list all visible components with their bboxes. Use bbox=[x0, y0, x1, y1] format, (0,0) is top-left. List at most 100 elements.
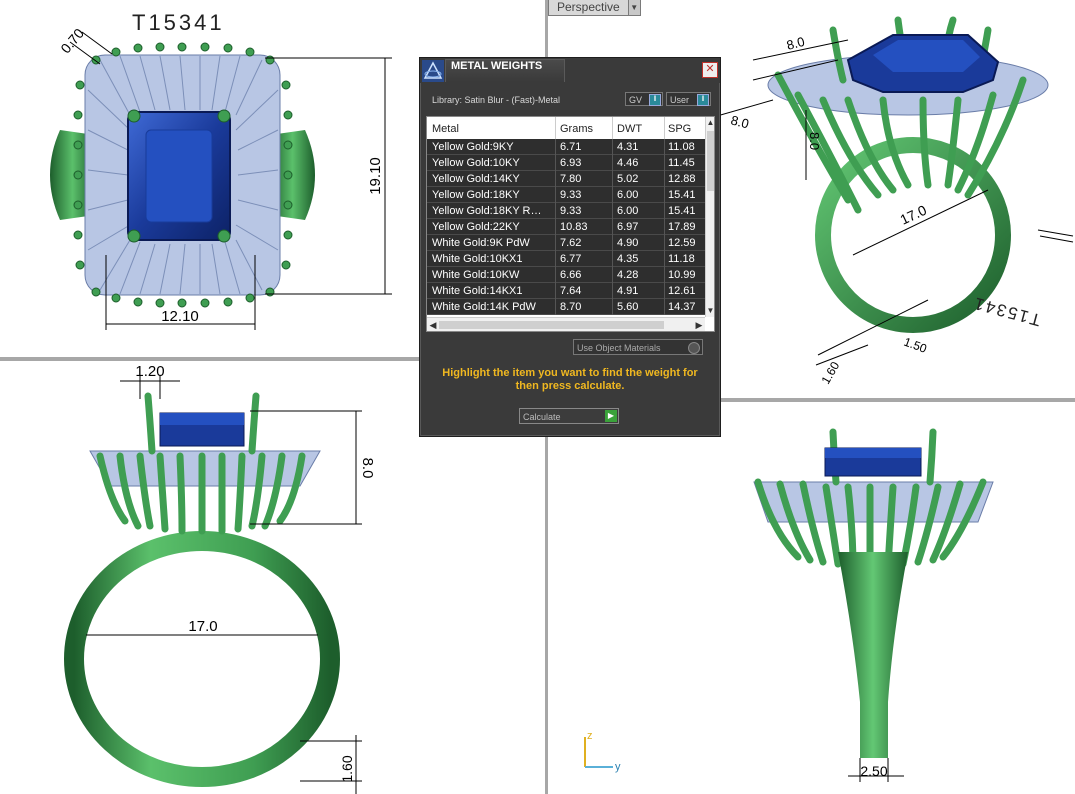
cell-metal: Yellow Gold:10KY bbox=[432, 157, 520, 169]
cell-spg: 11.18 bbox=[668, 253, 695, 265]
cell-grams: 6.77 bbox=[560, 253, 582, 265]
side-emerald-top bbox=[825, 448, 921, 458]
cell-spg: 11.45 bbox=[668, 157, 695, 169]
cell-grams: 9.33 bbox=[560, 189, 582, 201]
table-row[interactable]: White Gold:14K PdW 8.70 5.60 14.37 bbox=[427, 299, 705, 315]
gv-toggle[interactable]: GV ‖ bbox=[625, 92, 663, 106]
cell-metal: White Gold:10KW bbox=[432, 269, 520, 281]
side-shank bbox=[838, 552, 908, 758]
cell-grams: 9.33 bbox=[560, 205, 582, 217]
side-dim-band: 2.50 bbox=[860, 763, 887, 779]
scroll-left-icon[interactable]: ◀ bbox=[427, 318, 439, 331]
table-row[interactable]: White Gold:10KX1 6.77 4.35 11.18 bbox=[427, 251, 705, 267]
cell-dwt: 6.97 bbox=[617, 221, 639, 233]
cell-metal: Yellow Gold:9KY bbox=[432, 141, 514, 153]
horizontal-scroll-thumb[interactable] bbox=[439, 321, 664, 329]
persp-dim-5: 8.0 bbox=[807, 132, 822, 150]
table-row[interactable]: Yellow Gold:9KY 6.71 4.31 11.08 bbox=[427, 139, 705, 155]
scroll-up-icon[interactable]: ▲ bbox=[706, 117, 714, 129]
cell-grams: 8.70 bbox=[560, 301, 582, 313]
cell-spg: 12.59 bbox=[668, 237, 696, 249]
front-dim-prong: 1.20 bbox=[135, 363, 164, 380]
cell-metal: White Gold:9K PdW bbox=[432, 237, 530, 249]
cell-dwt: 6.00 bbox=[617, 189, 639, 201]
table-row[interactable]: Yellow Gold:18KY R… 9.33 6.00 15.41 bbox=[427, 203, 705, 219]
gv-toggle-icon: ‖ bbox=[649, 94, 661, 106]
axis-z-label: z bbox=[587, 730, 593, 742]
table-header: Metal Grams DWT SPG bbox=[427, 117, 705, 139]
table-row[interactable]: White Gold:9K PdW 7.62 4.90 12.59 bbox=[427, 235, 705, 251]
cell-metal: Yellow Gold:14KY bbox=[432, 173, 520, 185]
cell-spg: 17.89 bbox=[668, 221, 696, 233]
table-row[interactable]: Yellow Gold:10KY 6.93 4.46 11.45 bbox=[427, 155, 705, 171]
cell-spg: 12.61 bbox=[668, 285, 696, 297]
cell-dwt: 4.91 bbox=[617, 285, 639, 297]
cell-grams: 7.62 bbox=[560, 237, 582, 249]
cell-dwt: 6.00 bbox=[617, 205, 639, 217]
persp-dim-4: 8.0 bbox=[729, 112, 750, 131]
cell-metal: White Gold:14KX1 bbox=[432, 285, 523, 297]
library-label: Library: Satin Blur - (Fast)-Metal bbox=[432, 95, 561, 105]
cell-spg: 12.88 bbox=[668, 173, 696, 185]
emerald-table bbox=[145, 129, 213, 223]
table-row[interactable]: White Gold:14KX1 7.64 4.91 12.61 bbox=[427, 283, 705, 299]
use-object-materials-label: Use Object Materials bbox=[577, 343, 661, 353]
front-dim-height: 8.0 bbox=[359, 458, 376, 479]
vertical-scroll-thumb[interactable] bbox=[707, 131, 714, 191]
perspective-viewport-label[interactable]: Perspective ▼ bbox=[548, 0, 641, 16]
cell-grams: 7.80 bbox=[560, 173, 582, 185]
cell-grams: 10.83 bbox=[560, 221, 588, 233]
persp-model-code: T15341 bbox=[971, 293, 1043, 329]
calculate-button[interactable]: Calculate ▶ bbox=[519, 408, 619, 424]
col-header-metal[interactable]: Metal bbox=[432, 123, 459, 135]
persp-dim-1: 8.0 bbox=[785, 34, 806, 53]
metal-weights-dialog[interactable]: METAL WEIGHTS ✕ Library: Satin Blur - (F… bbox=[419, 57, 721, 437]
cell-metal: Yellow Gold:18KY bbox=[432, 189, 520, 201]
use-object-materials-toggle[interactable]: Use Object Materials bbox=[573, 339, 703, 355]
cell-grams: 6.93 bbox=[560, 157, 582, 169]
scroll-right-icon[interactable]: ▶ bbox=[693, 318, 705, 331]
cell-dwt: 5.60 bbox=[617, 301, 639, 313]
front-band bbox=[64, 531, 340, 787]
viewport-label-text: Perspective bbox=[557, 0, 620, 14]
cell-dwt: 4.90 bbox=[617, 237, 639, 249]
col-header-grams[interactable]: Grams bbox=[560, 123, 593, 135]
col-header-spg[interactable]: SPG bbox=[668, 123, 691, 135]
horizontal-scrollbar[interactable]: ◀ ▶ bbox=[427, 317, 705, 331]
vertical-scrollbar[interactable]: ▲ ▼ bbox=[705, 117, 714, 317]
dim-width-label: 12.10 bbox=[161, 308, 199, 325]
front-emerald-top bbox=[160, 413, 244, 425]
user-toggle[interactable]: User ‖ bbox=[666, 92, 711, 106]
table-row[interactable]: White Gold:10KW 6.66 4.28 10.99 bbox=[427, 267, 705, 283]
table-row[interactable]: Yellow Gold:18KY 9.33 6.00 15.41 bbox=[427, 187, 705, 203]
cell-metal: Yellow Gold:22KY bbox=[432, 221, 520, 233]
table-row[interactable]: Yellow Gold:22KY 10.83 6.97 17.89 bbox=[427, 219, 705, 235]
cell-spg: 11.08 bbox=[668, 141, 695, 153]
viewport-side[interactable]: 2.50 z y bbox=[548, 402, 1075, 794]
cell-dwt: 4.28 bbox=[617, 269, 639, 281]
cell-dwt: 4.31 bbox=[617, 141, 639, 153]
close-icon[interactable]: ✕ bbox=[702, 62, 718, 78]
axis-y-label: y bbox=[615, 761, 621, 773]
cell-metal: White Gold:10KX1 bbox=[432, 253, 523, 265]
cell-grams: 6.66 bbox=[560, 269, 582, 281]
dialog-titlebar[interactable]: METAL WEIGHTS ✕ bbox=[420, 58, 720, 83]
chevron-down-icon[interactable]: ▼ bbox=[627, 0, 640, 15]
user-label: User bbox=[670, 95, 690, 105]
cell-spg: 10.99 bbox=[668, 269, 696, 281]
calculate-label: Calculate bbox=[523, 412, 561, 422]
cell-spg: 15.41 bbox=[668, 205, 696, 217]
metal-table[interactable]: Metal Grams DWT SPG Yellow Gold:9KY 6.71 4… bbox=[426, 116, 715, 332]
cell-dwt: 4.46 bbox=[617, 157, 639, 169]
play-icon: ▶ bbox=[605, 410, 617, 422]
gv-label: GV bbox=[629, 95, 643, 105]
cell-spg: 14.37 bbox=[668, 301, 696, 313]
dialog-title: METAL WEIGHTS bbox=[445, 59, 565, 82]
dim-height-label: 19.10 bbox=[367, 157, 384, 195]
app-logo-icon bbox=[422, 60, 444, 82]
table-row[interactable]: Yellow Gold:14KY 7.80 5.02 12.88 bbox=[427, 171, 705, 187]
col-header-dwt[interactable]: DWT bbox=[617, 123, 642, 135]
toggle-icon[interactable] bbox=[688, 342, 700, 354]
scroll-down-icon[interactable]: ▼ bbox=[706, 305, 714, 317]
front-dim-band: 1.60 bbox=[339, 755, 355, 782]
